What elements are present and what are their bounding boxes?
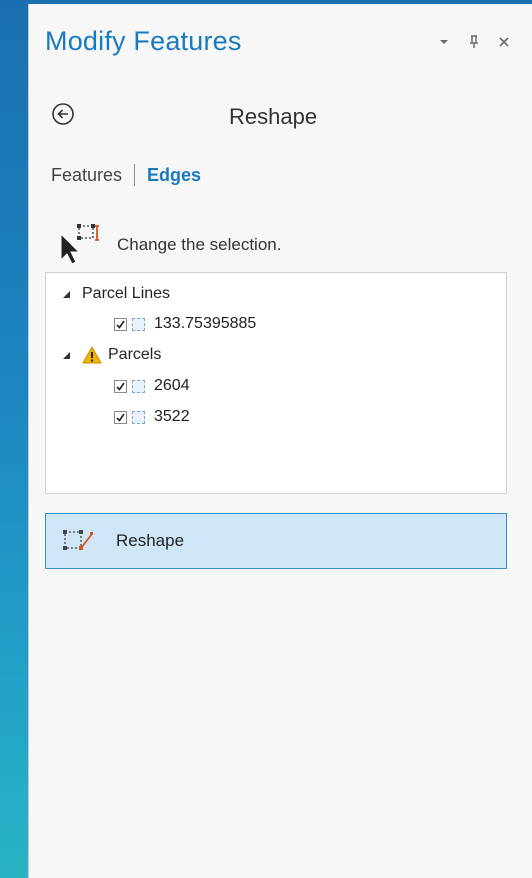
collapse-arrow-icon[interactable] <box>60 349 72 361</box>
tab-bar: Features Edges <box>51 164 201 186</box>
select-edit-cursor-icon <box>59 222 109 266</box>
tree-item[interactable]: 2604 <box>114 375 190 397</box>
tree-group-label: Parcels <box>108 346 162 363</box>
tab-features[interactable]: Features <box>51 165 122 186</box>
change-selection-row[interactable]: Change the selection. <box>59 222 281 266</box>
tree-group-parcels[interactable]: Parcels <box>60 344 161 366</box>
desktop-background <box>0 0 28 878</box>
checkbox[interactable] <box>114 410 127 424</box>
reshape-tool-button[interactable]: Reshape <box>45 513 507 569</box>
close-icon[interactable] <box>496 34 512 50</box>
tree-item[interactable]: 3522 <box>114 406 190 428</box>
pin-icon[interactable] <box>466 34 482 50</box>
checkbox[interactable] <box>114 379 127 393</box>
tab-edges[interactable]: Edges <box>147 165 201 186</box>
modify-features-pane: Modify Features Reshape Features Edges C… <box>28 4 532 878</box>
checkbox[interactable] <box>114 317 127 331</box>
polygon-feature-icon <box>132 379 145 393</box>
tree-item-label: 133.75395885 <box>154 315 257 332</box>
collapse-arrow-icon[interactable] <box>60 288 72 300</box>
tree-group-label: Parcel Lines <box>82 285 171 302</box>
tree-item-label: 3522 <box>154 408 190 425</box>
pane-title: Modify Features <box>45 26 242 56</box>
dropdown-icon[interactable] <box>436 34 452 50</box>
change-selection-text: Change the selection. <box>117 235 282 254</box>
tree-item[interactable]: 133.75395885 <box>114 313 256 335</box>
tree-item-label: 2604 <box>154 377 190 394</box>
polygon-feature-icon <box>132 410 145 424</box>
back-arrow-icon[interactable] <box>51 102 75 126</box>
reshape-tool-icon <box>62 528 94 554</box>
tool-heading: Reshape <box>229 104 318 129</box>
warning-icon <box>82 345 102 364</box>
tree-group-parcel-lines[interactable]: Parcel Lines <box>60 283 170 305</box>
line-feature-icon <box>132 317 145 331</box>
tab-separator <box>134 164 136 186</box>
feature-tree: Parcel Lines 133.75395885 Parcels 2604 3… <box>45 272 507 494</box>
reshape-tool-label: Reshape <box>116 531 185 550</box>
pane-controls <box>436 34 512 50</box>
